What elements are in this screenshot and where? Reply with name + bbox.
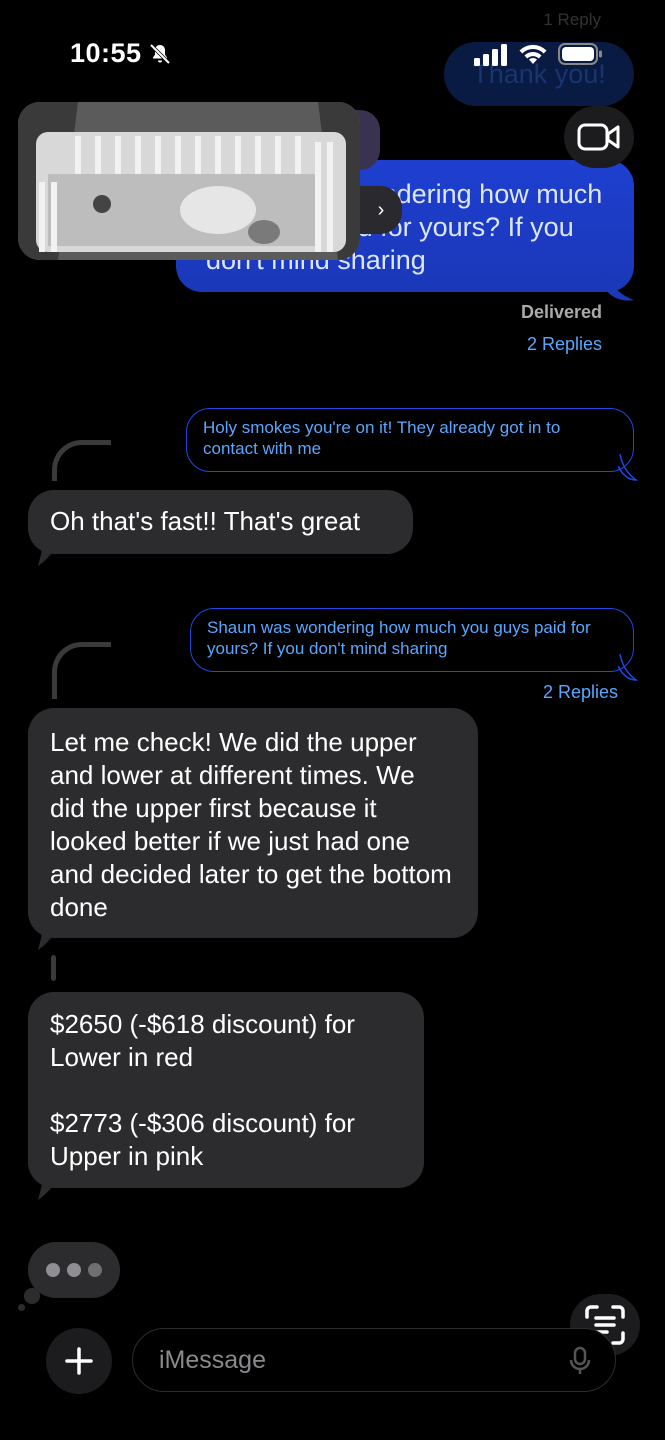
silent-bell-icon — [149, 43, 171, 65]
replies-link[interactable]: 2 Replies — [543, 682, 618, 703]
typing-tail — [18, 1304, 25, 1311]
bubble-tail — [38, 1182, 56, 1200]
quoted-message[interactable]: Shaun was wondering how much you guys pa… — [190, 608, 634, 672]
cellular-signal-icon — [474, 44, 507, 66]
thread-connector — [52, 440, 111, 481]
quote-tail — [618, 654, 638, 681]
quoted-message[interactable]: Holy smokes you're on it! They already g… — [186, 408, 634, 472]
typing-dot — [46, 1263, 60, 1277]
message-input[interactable]: iMessage — [132, 1328, 616, 1392]
microphone-icon[interactable] — [568, 1346, 592, 1376]
video-camera-icon — [577, 123, 620, 151]
bubble-tail — [38, 548, 56, 566]
wifi-icon — [519, 44, 547, 64]
crib-camera-image — [18, 102, 360, 260]
facetime-video-button[interactable] — [564, 106, 634, 168]
add-attachment-button[interactable] — [46, 1328, 112, 1394]
received-message-bubble[interactable]: Let me check! We did the upper and lower… — [28, 708, 478, 938]
received-message-bubble[interactable]: Oh that's fast!! That's great — [28, 490, 413, 554]
typing-dot — [67, 1263, 81, 1277]
thread-connector — [52, 642, 111, 699]
quote-tail — [618, 454, 638, 481]
delivered-status: Delivered — [520, 302, 602, 322]
faded-reply-count: 1 Reply — [543, 10, 601, 29]
typing-dot — [88, 1263, 102, 1277]
baby-monitor-video[interactable] — [18, 102, 360, 260]
status-time: 10:55 — [70, 38, 142, 68]
message-input-placeholder: iMessage — [159, 1346, 266, 1374]
battery-icon — [558, 43, 602, 65]
typing-tail — [24, 1288, 40, 1304]
typing-indicator — [28, 1242, 120, 1298]
replies-link[interactable]: 2 Replies — [527, 334, 602, 355]
bubble-tail — [38, 932, 56, 950]
thread-connector — [51, 955, 56, 981]
bubble-tail — [606, 270, 634, 301]
pip-expand-button[interactable]: › — [360, 186, 402, 234]
plus-icon — [65, 1347, 93, 1375]
received-message-bubble[interactable]: $2650 (-$618 discount) for Lower in red … — [28, 992, 424, 1188]
chevron-right-icon: › — [377, 198, 385, 221]
